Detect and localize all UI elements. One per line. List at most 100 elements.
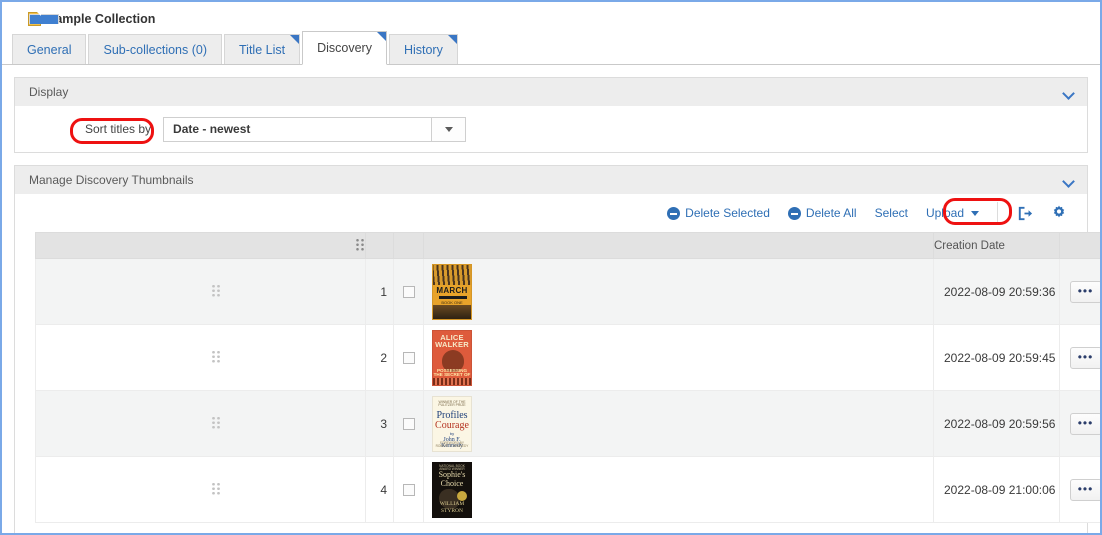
row-actions-cell[interactable]: •••	[1060, 457, 1102, 523]
row-checkbox[interactable]	[403, 352, 415, 364]
table-row[interactable]: 2 ALICE WALKER POSSESSING THE SECRET OF …	[36, 325, 1102, 391]
tab-discovery[interactable]: Discovery	[302, 31, 387, 65]
header-creation-date: Creation Date	[934, 233, 1060, 259]
row-checkbox[interactable]	[403, 484, 415, 496]
display-panel-header[interactable]: Display	[15, 78, 1087, 106]
cover-author-last: STYRON	[433, 509, 471, 515]
display-panel: Display Sort titles by Date - newest	[14, 77, 1088, 153]
tab-bar: General Sub-collections (0) Title List D…	[2, 32, 1100, 65]
sort-titles-select-value[interactable]: Date - newest	[163, 117, 431, 142]
table-row[interactable]: 1 MARCH BOOK ONE	[36, 259, 1102, 325]
cover-title-2: Choice	[433, 480, 471, 488]
book-cover-thumbnail[interactable]: MARCH BOOK ONE	[432, 264, 472, 320]
tab-corner-icon	[448, 35, 457, 44]
cover-title-2: Courage	[433, 421, 471, 431]
tab-history[interactable]: History	[389, 34, 458, 64]
row-menu-button[interactable]: •••	[1070, 347, 1102, 369]
tab-general-label: General	[27, 43, 71, 57]
header-actions	[1060, 233, 1102, 259]
tab-sub-collections[interactable]: Sub-collections (0)	[88, 34, 222, 64]
row-checkbox[interactable]	[403, 418, 415, 430]
row-menu-button[interactable]: •••	[1070, 413, 1102, 435]
discovery-page: Sample Collection General Sub-collection…	[0, 0, 1102, 535]
book-cover-thumbnail[interactable]: WINNER OF THE PULITZER PRIZE Profiles Co…	[432, 396, 472, 452]
gear-icon[interactable]	[1051, 205, 1067, 221]
export-icon[interactable]	[1016, 205, 1033, 222]
row-drag-handle-cell[interactable]	[36, 259, 366, 325]
tab-discovery-label: Discovery	[317, 41, 372, 55]
row-checkbox-cell[interactable]	[394, 259, 424, 325]
select-button[interactable]: Select	[875, 206, 908, 220]
tab-general[interactable]: General	[12, 34, 86, 64]
row-actions-cell[interactable]: •••	[1060, 391, 1102, 457]
row-number: 3	[366, 391, 394, 457]
drag-handle-icon[interactable]	[211, 284, 221, 297]
upload-label: Upload	[926, 206, 964, 220]
book-cover-thumbnail[interactable]: ALICE WALKER POSSESSING THE SECRET OF JO…	[432, 330, 472, 386]
tab-sub-collections-label: Sub-collections (0)	[103, 43, 207, 57]
tab-corner-icon	[290, 35, 299, 44]
row-menu-button[interactable]: •••	[1070, 281, 1102, 303]
tab-corner-icon	[377, 32, 386, 41]
delete-selected-label: Delete Selected	[685, 206, 770, 220]
row-creation-date: 2022-08-09 20:59:36	[934, 259, 1060, 325]
row-number: 4	[366, 457, 394, 523]
thumbnails-toolbar: Delete Selected Delete All Select Upload	[15, 194, 1087, 232]
row-thumbnail-cell[interactable]: ALICE WALKER POSSESSING THE SECRET OF JO…	[424, 325, 934, 391]
cover-title: Sophie's	[433, 471, 471, 479]
thumbnails-panel-title: Manage Discovery Thumbnails	[29, 173, 194, 187]
minus-circle-icon	[667, 207, 680, 220]
thumbnails-table: Creation Date 1	[35, 232, 1102, 523]
row-drag-handle-cell[interactable]	[36, 325, 366, 391]
header-number	[366, 233, 394, 259]
display-panel-title: Display	[29, 85, 68, 99]
delete-all-button[interactable]: Delete All	[788, 206, 857, 220]
thumbnails-panel-body: Delete Selected Delete All Select Upload	[15, 194, 1087, 535]
table-row[interactable]: 3 WINNER OF THE PULITZER PRIZE Profiles …	[36, 391, 1102, 457]
delete-selected-button[interactable]: Delete Selected	[667, 206, 770, 220]
thumbnails-panel: Manage Discovery Thumbnails Delete Selec…	[14, 165, 1088, 535]
collection-title-bar: Sample Collection	[2, 2, 1100, 32]
row-number: 1	[366, 259, 394, 325]
row-drag-handle-cell[interactable]	[36, 391, 366, 457]
header-drag	[36, 233, 366, 259]
tab-title-list-label: Title List	[239, 43, 285, 57]
display-panel-body: Sort titles by Date - newest	[15, 106, 1087, 152]
drag-handle-icon[interactable]	[211, 416, 221, 429]
drag-handle-icon[interactable]	[211, 482, 221, 495]
header-thumbnail	[424, 233, 934, 259]
row-actions-cell[interactable]: •••	[1060, 259, 1102, 325]
cover-byline: by	[433, 432, 471, 436]
row-menu-button[interactable]: •••	[1070, 479, 1102, 501]
cover-title: ALICE WALKER	[433, 334, 471, 349]
caret-down-icon	[971, 211, 979, 216]
chevron-down-icon[interactable]	[1064, 177, 1075, 184]
header-checkbox	[394, 233, 424, 259]
upload-button[interactable]: Upload	[926, 206, 979, 220]
row-drag-handle-cell[interactable]	[36, 457, 366, 523]
row-checkbox-cell[interactable]	[394, 457, 424, 523]
row-thumbnail-cell[interactable]: NATIONAL BOOK AWARD WINNER Sophie's Choi…	[424, 457, 934, 523]
row-checkbox[interactable]	[403, 286, 415, 298]
thumbnails-table-wrap: Creation Date 1	[15, 232, 1087, 535]
thumbnails-panel-header[interactable]: Manage Discovery Thumbnails	[15, 166, 1087, 194]
drag-handle-icon[interactable]	[211, 350, 221, 363]
table-row[interactable]: 4 NATIONAL BOOK AWARD WINNER Sophie's Ch…	[36, 457, 1102, 523]
chevron-down-icon[interactable]	[1064, 89, 1075, 96]
row-creation-date: 2022-08-09 20:59:45	[934, 325, 1060, 391]
row-checkbox-cell[interactable]	[394, 391, 424, 457]
tab-title-list[interactable]: Title List	[224, 34, 300, 64]
delete-all-label: Delete All	[806, 206, 857, 220]
row-thumbnail-cell[interactable]: MARCH BOOK ONE	[424, 259, 934, 325]
row-checkbox-cell[interactable]	[394, 325, 424, 391]
collection-icon	[28, 12, 41, 26]
row-creation-date: 2022-08-09 21:00:06	[934, 457, 1060, 523]
sort-titles-select[interactable]: Date - newest	[163, 117, 466, 142]
sort-titles-select-arrow[interactable]	[431, 117, 466, 142]
cover-title: MARCH	[433, 287, 471, 295]
book-cover-thumbnail[interactable]: NATIONAL BOOK AWARD WINNER Sophie's Choi…	[432, 462, 472, 518]
sort-titles-row: Sort titles by Date - newest	[15, 106, 1087, 152]
drag-handle-icon	[355, 238, 365, 251]
row-actions-cell[interactable]: •••	[1060, 325, 1102, 391]
row-thumbnail-cell[interactable]: WINNER OF THE PULITZER PRIZE Profiles Co…	[424, 391, 934, 457]
